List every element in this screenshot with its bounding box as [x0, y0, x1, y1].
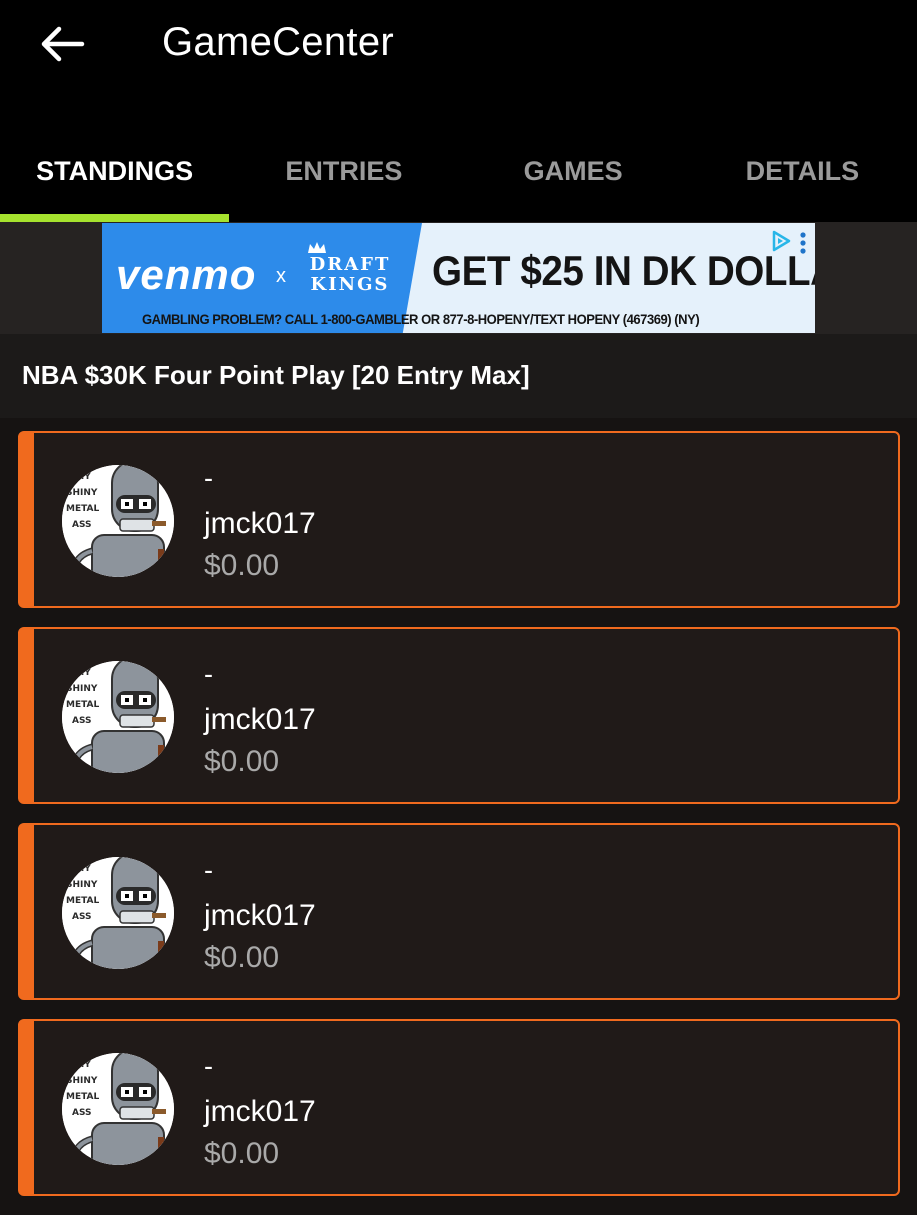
ad-headline: GET $25 IN DK DOLLARS	[432, 247, 815, 294]
page-title: GameCenter	[162, 20, 394, 64]
tab-standings[interactable]: STANDINGS	[0, 130, 230, 222]
avatar-caption-1: E MY	[66, 864, 91, 874]
dk-line-2: KINGS	[310, 274, 390, 295]
avatar-caption-1: E MY	[66, 1060, 91, 1070]
avatar-caption-4: ASS	[72, 1108, 92, 1118]
avatar-caption-3: METAL	[66, 1092, 100, 1102]
ad-disclaimer: GAMBLING PROBLEM? CALL 1-800-GAMBLER OR …	[142, 311, 700, 327]
avatar-caption-4: ASS	[72, 716, 92, 726]
entry-rank: -	[204, 1051, 213, 1081]
bender-avatar-image: E MY SHINY METAL ASS	[62, 1053, 174, 1165]
standings-list: E MY SHINY METAL ASS - jmck017 $0.00 E M…	[18, 431, 900, 1215]
crown-icon	[308, 242, 326, 253]
standing-entry[interactable]: E MY SHINY METAL ASS - jmck017 $0.00	[18, 627, 900, 804]
avatar-caption-4: ASS	[72, 520, 92, 530]
avatar-caption-2: SHINY	[66, 488, 98, 498]
entry-winnings: $0.00	[204, 941, 280, 974]
entry-winnings: $0.00	[204, 745, 280, 778]
entry-username: jmck017	[204, 1095, 316, 1128]
avatar: E MY SHINY METAL ASS	[62, 857, 174, 969]
avatar: E MY SHINY METAL ASS	[62, 661, 174, 773]
entry-rank: -	[204, 855, 213, 885]
avatar: E MY SHINY METAL ASS	[62, 465, 174, 577]
avatar-caption-3: METAL	[66, 896, 100, 906]
tab-bar: STANDINGS ENTRIES GAMES DETAILS	[0, 130, 917, 222]
top-app-bar: GameCenter STANDINGS ENTRIES GAMES DETAI…	[0, 0, 917, 222]
arrow-left-icon	[41, 26, 85, 62]
avatar-caption-3: METAL	[66, 504, 100, 514]
ad-banner[interactable]: venmo x DRAFT KINGS GET $25 IN DK DOLLAR…	[102, 223, 815, 333]
avatar-caption-1: E MY	[66, 668, 91, 678]
entry-winnings: $0.00	[204, 549, 280, 582]
ad-separator: x	[276, 265, 286, 287]
bender-avatar-image: E MY SHINY METAL ASS	[62, 465, 174, 577]
contest-name: NBA $30K Four Point Play [20 Entry Max]	[22, 360, 530, 390]
entry-rank: -	[204, 659, 213, 689]
standing-entry[interactable]: E MY SHINY METAL ASS - jmck017 $0.00	[18, 431, 900, 608]
avatar: E MY SHINY METAL ASS	[62, 1053, 174, 1165]
tab-details[interactable]: DETAILS	[688, 130, 917, 222]
standing-entry[interactable]: E MY SHINY METAL ASS - jmck017 $0.00	[18, 1019, 900, 1196]
entry-username: jmck017	[204, 703, 316, 736]
avatar-caption-4: ASS	[72, 912, 92, 922]
avatar-caption-2: SHINY	[66, 1076, 98, 1086]
avatar-caption-3: METAL	[66, 700, 100, 710]
standing-entry[interactable]: E MY SHINY METAL ASS - jmck017 $0.00	[18, 823, 900, 1000]
entry-username: jmck017	[204, 507, 316, 540]
bender-avatar-image: E MY SHINY METAL ASS	[62, 661, 174, 773]
draftkings-logo: DRAFT KINGS	[300, 241, 400, 295]
tab-games[interactable]: GAMES	[459, 130, 688, 222]
more-vertical-icon[interactable]	[799, 231, 807, 255]
avatar-caption-2: SHINY	[66, 880, 98, 890]
entry-winnings: $0.00	[204, 1137, 280, 1170]
tab-entries[interactable]: ENTRIES	[229, 130, 458, 222]
entry-rank: -	[204, 463, 213, 493]
avatar-caption-1: E MY	[66, 472, 91, 482]
venmo-logo: venmo	[116, 251, 257, 298]
contest-header: NBA $30K Four Point Play [20 Entry Max]	[0, 334, 917, 418]
back-button[interactable]	[36, 22, 88, 66]
ad-choices-icon[interactable]	[769, 229, 793, 253]
dk-line-1: DRAFT	[309, 254, 391, 275]
entry-username: jmck017	[204, 899, 316, 932]
avatar-caption-2: SHINY	[66, 684, 98, 694]
bender-avatar-image: E MY SHINY METAL ASS	[62, 857, 174, 969]
